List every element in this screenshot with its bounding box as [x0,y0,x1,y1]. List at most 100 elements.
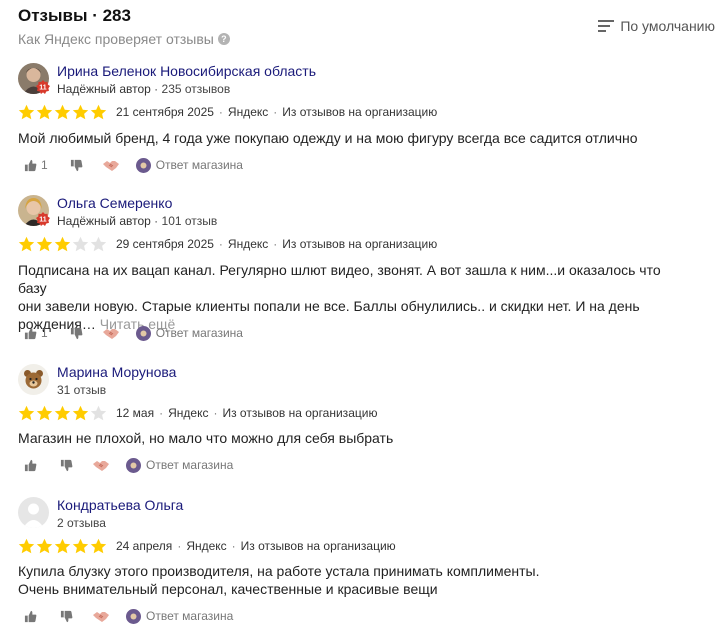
author-name[interactable]: Марина Морунова [57,364,176,380]
handshake-icon [102,328,119,339]
star-filled-icon [18,538,35,553]
review-text: Купила блузку этого производителя, на ра… [18,562,678,598]
review-author: 11 Ольга Семеренко Надёжный автор · 101 … [18,195,618,229]
text-line: Очень внимательный персонал, качественны… [18,581,438,597]
sort-dropdown[interactable]: По умолчанию [598,18,715,34]
expert-badge-icon: 11 [36,80,50,94]
star-filled-icon [36,538,53,553]
star-empty-icon [90,405,107,420]
review-author: Марина Морунова 31 отзыв [18,364,618,398]
review-card: Кондратьева Ольга 2 отзыва 24 апреля · Я… [18,497,708,632]
author-meta: Надёжный автор · 101 отзыв [57,214,218,228]
like-count: 1 [41,326,48,340]
star-filled-icon [90,538,107,553]
review-actions: 1 Ответ магазина [18,324,243,342]
svg-text:11: 11 [39,217,47,224]
review-actions: Ответ магазина [18,607,233,625]
star-filled-icon [18,236,35,251]
text-line: Магазин не плохой, но мало что можно для… [18,430,394,446]
review-source: Яндекс [168,406,209,420]
review-origin: Из отзывов на организацию [240,539,396,553]
star-rating [18,405,107,422]
shop-reply-label: Ответ магазина [155,158,243,172]
handshake-icon [93,611,109,622]
shop-logo-icon [126,608,141,624]
dislike-button[interactable] [60,459,73,472]
star-filled-icon [18,104,35,119]
star-empty-icon [72,236,89,251]
star-filled-icon [36,104,53,119]
text-line: Мой любимый бренд, 4 года уже покупаю од… [18,130,638,146]
avatar[interactable] [18,497,49,528]
review-source: Яндекс [186,539,227,553]
shop-reply-toggle[interactable]: Ответ магазина [135,325,243,341]
review-count: 31 отзыв [57,383,107,397]
author-meta: 2 отзыва [57,516,106,530]
author-meta: Надёжный автор · 235 отзывов [57,82,231,96]
share-button[interactable] [93,459,109,472]
review-count: 235 отзывов [161,82,231,96]
review-author: Кондратьева Ольга 2 отзыва [18,497,618,531]
like-button[interactable]: 1 [24,158,48,172]
like-button[interactable] [24,610,37,623]
share-button[interactable] [102,327,119,340]
shop-reply-toggle[interactable]: Ответ магазина [126,608,234,624]
review-date: 21 сентября 2025 [116,105,214,119]
star-filled-icon [54,104,71,119]
share-button[interactable] [102,159,119,172]
star-rating [18,236,107,253]
rating-line: 24 апреля · Яндекс · Из отзывов на орган… [18,537,396,555]
author-name[interactable]: Кондратьева Ольга [57,497,183,513]
shop-reply-label: Ответ магазина [146,609,234,623]
review-origin: Из отзывов на организацию [222,406,378,420]
shop-reply-toggle[interactable]: Ответ магазина [135,157,243,173]
like-button[interactable] [24,459,37,472]
verification-label: Как Яндекс проверяет отзывы [18,31,214,47]
share-button[interactable] [93,610,109,623]
thumbs-down-icon [70,327,83,339]
author-meta: 31 отзыв [57,383,106,397]
shop-logo-icon [126,457,141,473]
star-rating [18,538,107,555]
shop-reply-label: Ответ магазина [146,458,234,472]
shop-reply-toggle[interactable]: Ответ магазина [126,457,234,473]
rating-line: 12 мая · Яндекс · Из отзывов на организа… [18,404,377,422]
svg-text:11: 11 [39,85,47,92]
star-empty-icon [90,236,107,251]
trusted-label: Надёжный автор [57,214,151,228]
dislike-button[interactable] [70,159,83,172]
star-filled-icon [72,104,89,119]
star-filled-icon [72,405,89,420]
sort-icon [598,20,615,32]
star-filled-icon [54,236,71,251]
review-source: Яндекс [227,105,269,119]
verification-link[interactable]: Как Яндекс проверяет отзывы ? [18,31,230,47]
sort-label: По умолчанию [620,18,715,34]
reviews-header: Отзывы · 283 Как Яндекс проверяет отзывы… [18,6,718,50]
question-icon[interactable]: ? [217,33,230,45]
rating-line: 29 сентября 2025 · Яндекс · Из отзывов н… [18,235,437,253]
dislike-button[interactable] [70,327,83,340]
star-rating [18,104,107,121]
author-name[interactable]: Ольга Семеренко [57,195,172,211]
like-count: 1 [41,158,48,172]
review-text: Мой любимый бренд, 4 года уже покупаю од… [18,129,678,147]
expert-badge-icon: 11 [36,212,50,226]
star-filled-icon [18,405,35,420]
thumbs-up-icon [24,159,37,171]
star-filled-icon [54,538,71,553]
like-button[interactable]: 1 [24,326,48,340]
review-date: 29 сентября 2025 [116,237,214,251]
thumbs-down-icon [60,610,73,622]
author-name[interactable]: Ирина Беленок Новосибирская область [57,63,316,79]
review-actions: 1 Ответ магазина [18,156,243,174]
star-filled-icon [90,104,107,119]
avatar[interactable] [18,364,49,395]
review-date: 24 апреля [116,539,173,553]
dislike-button[interactable] [60,610,73,623]
star-filled-icon [72,538,89,553]
star-filled-icon [36,405,53,420]
handshake-icon [102,160,119,171]
handshake-icon [93,460,109,471]
reviews-title: Отзывы · 283 [18,6,131,25]
